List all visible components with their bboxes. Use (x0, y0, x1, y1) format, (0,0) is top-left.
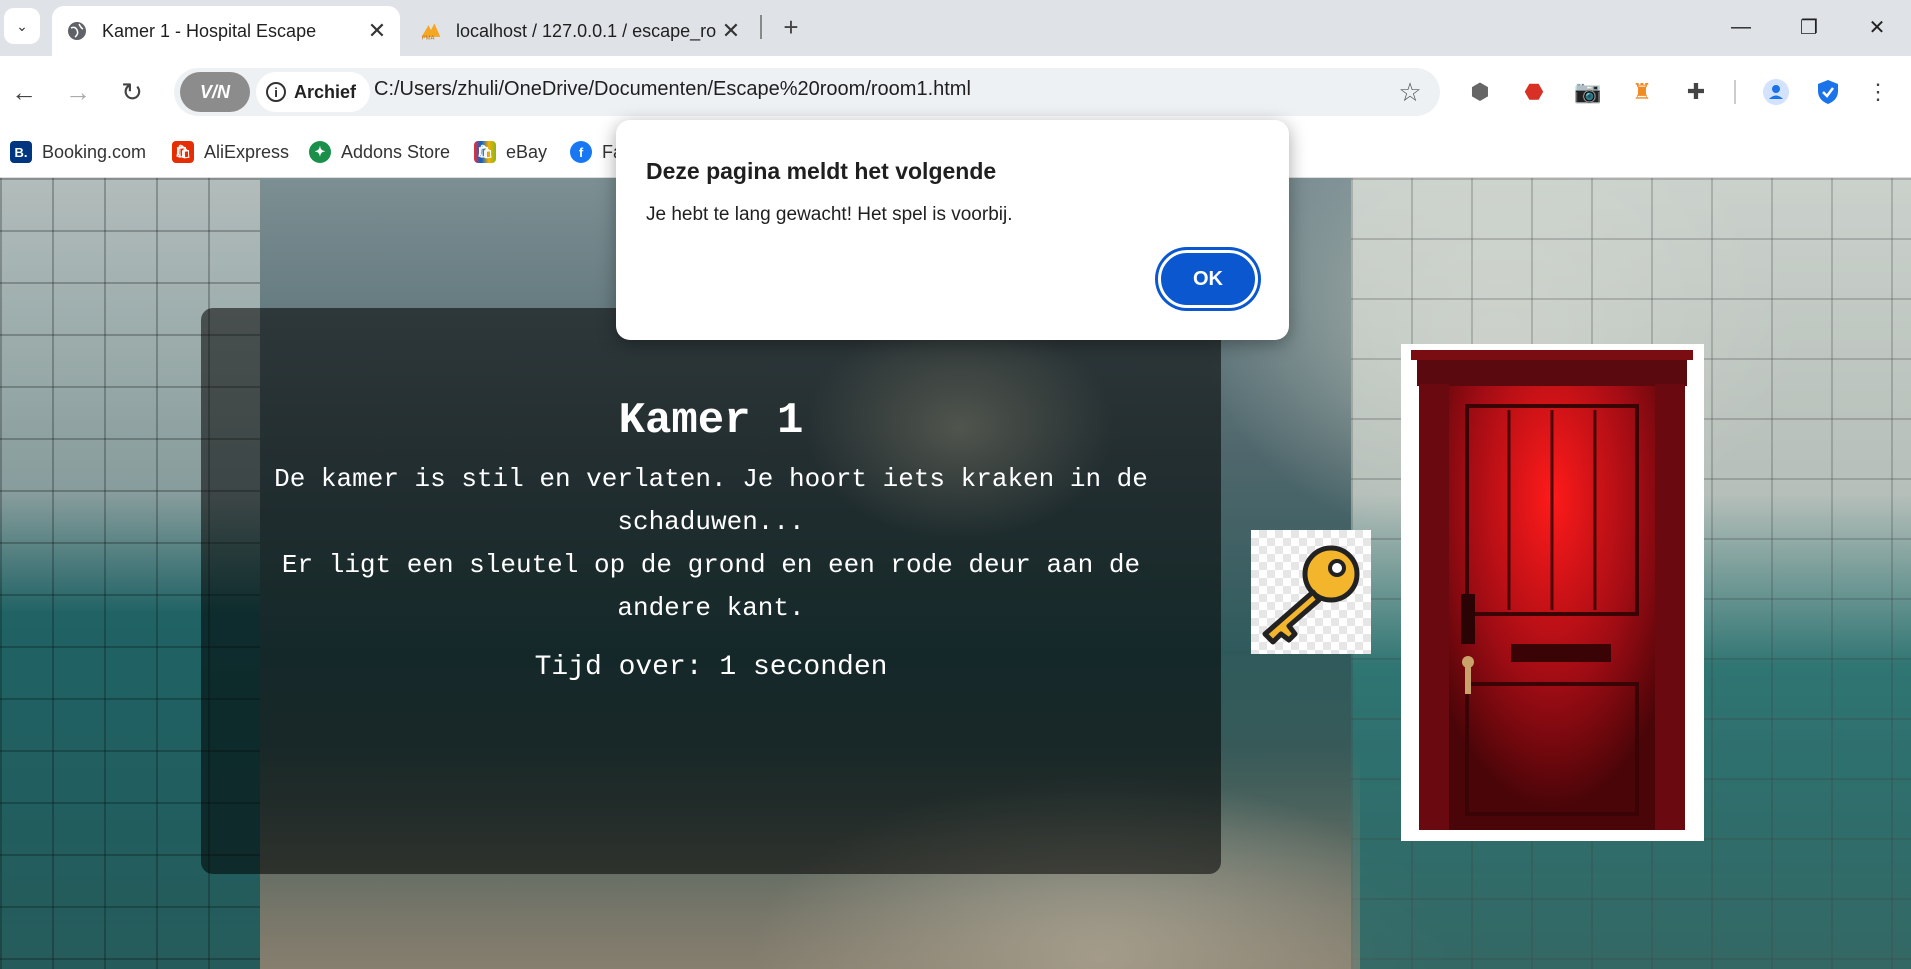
toolbar-separator (1734, 80, 1736, 104)
tab-phpmyadmin[interactable]: PMA localhost / 127.0.0.1 / escape_ro ✕ (406, 6, 754, 56)
site-info-label: Archief (294, 81, 357, 102)
bookmark-label: eBay (506, 141, 548, 162)
new-tab-button[interactable]: + (774, 10, 808, 44)
chess-extension-icon[interactable]: ♜ (1624, 74, 1660, 110)
timer-text: Tijd over: 1 seconden (534, 652, 888, 683)
addons-store-icon: ✦ (309, 141, 331, 163)
favicon-text: PMA (422, 35, 435, 41)
bookmark-addons-store[interactable]: ✦ Addons Store (309, 134, 450, 170)
restore-button[interactable]: ❐ (1784, 8, 1834, 46)
security-shield-icon[interactable] (1810, 74, 1846, 110)
facebook-icon: f (570, 141, 592, 163)
menu-dots-icon[interactable]: ⋮ (1860, 74, 1896, 110)
tab-title: Kamer 1 - Hospital Escape (102, 20, 317, 41)
arrow-right-icon: → (65, 76, 91, 107)
dialog-message: Je hebt te lang gewacht! Het spel is voo… (646, 204, 1013, 225)
minimize-button[interactable]: — (1716, 8, 1766, 46)
bookmark-label: Booking.com (42, 141, 147, 162)
phpmyadmin-icon: PMA (420, 20, 442, 42)
close-icon[interactable]: ✕ (362, 16, 392, 46)
description-line-1: De kamer is stil en verlaten. Je hoort i… (274, 464, 1148, 537)
reload-button[interactable]: ↻ (112, 72, 152, 112)
bookmark-booking[interactable]: B. Booking.com (10, 134, 146, 170)
tab-search-button[interactable]: ⌄ (4, 8, 40, 44)
reload-icon: ↻ (121, 76, 143, 107)
url-text[interactable]: C:/Users/zhuli/OneDrive/Documenten/Escap… (374, 78, 971, 101)
bookmark-ebay[interactable]: 🛍 eBay (474, 134, 547, 170)
room-title: Kamer 1 (618, 396, 804, 446)
bookmark-aliexpress[interactable]: 🛍 AliExpress (172, 134, 289, 170)
aliexpress-icon: 🛍 (172, 141, 194, 163)
bookmark-label: Addons Store (341, 141, 451, 162)
forward-button[interactable]: → (58, 72, 98, 112)
description-line-2: Er ligt een sleutel op de grond en een r… (281, 550, 1141, 623)
profile-icon[interactable] (1758, 74, 1794, 110)
door-icon (1411, 350, 1693, 830)
camera-extension-icon[interactable]: 📷 (1570, 74, 1606, 110)
site-info-chip[interactable]: i Archief (256, 72, 371, 112)
info-icon: i (266, 82, 286, 102)
alert-dialog: Deze pagina meldt het volgende Je hebt t… (616, 120, 1289, 340)
ok-button[interactable]: OK (1158, 250, 1258, 308)
tab-title: localhost / 127.0.0.1 / escape_ro (456, 20, 716, 41)
bookmark-star-icon[interactable]: ☆ (1390, 72, 1430, 112)
key-item[interactable] (1251, 530, 1371, 654)
close-icon[interactable]: ✕ (716, 16, 746, 46)
key-icon (1262, 545, 1360, 645)
arrow-left-icon: ← (11, 76, 37, 107)
red-door[interactable] (1401, 344, 1704, 841)
shield-extension-icon[interactable]: ⬢ (1462, 74, 1498, 110)
adblock-extension-icon[interactable]: ⬣ (1516, 74, 1552, 110)
dialog-title: Deze pagina meldt het volgende (646, 158, 997, 184)
chevron-down-icon: ⌄ (16, 17, 28, 34)
globe-icon (66, 20, 88, 42)
bookmark-label: AliExpress (204, 141, 290, 162)
puzzle-extensions-icon[interactable]: ✚ (1678, 74, 1714, 110)
booking-icon: B. (10, 141, 32, 163)
tab-kamer1[interactable]: Kamer 1 - Hospital Escape ✕ (52, 6, 400, 56)
ebay-icon: 🛍 (474, 141, 496, 163)
close-window-button[interactable]: ✕ (1852, 8, 1902, 46)
room-panel: Kamer 1 De kamer is stil en verlaten. Je… (201, 308, 1221, 874)
back-button[interactable]: ← (4, 72, 44, 112)
vpn-chip[interactable]: V/N (180, 72, 250, 112)
tab-separator (760, 15, 762, 39)
room-description: De kamer is stil en verlaten. Je hoort i… (251, 458, 1171, 630)
